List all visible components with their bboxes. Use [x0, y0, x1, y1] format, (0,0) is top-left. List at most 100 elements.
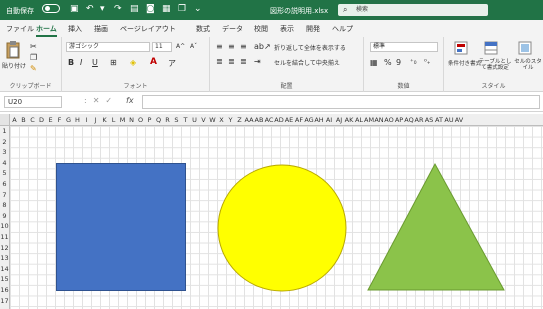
align-top-icon[interactable]: ≡ — [216, 42, 223, 51]
column-header[interactable]: J — [91, 114, 100, 125]
column-header[interactable]: AA — [244, 114, 254, 125]
undo-icon[interactable]: ↶ — [86, 4, 94, 14]
format-as-table-icon[interactable] — [484, 41, 498, 55]
column-header[interactable]: AD — [274, 114, 284, 125]
decrease-decimal-icon[interactable]: ⁰₊ — [424, 58, 431, 66]
row-header[interactable]: 14 — [0, 264, 9, 275]
paste-label[interactable]: 貼り付け — [2, 61, 26, 70]
grid-icon[interactable]: ▦ — [162, 4, 171, 14]
column-header[interactable]: P — [145, 114, 154, 125]
rectangle-shape[interactable] — [56, 163, 186, 291]
column-header[interactable]: AK — [344, 114, 354, 125]
format-painter-icon[interactable]: ✎ — [30, 64, 37, 73]
column-header[interactable]: V — [199, 114, 208, 125]
column-header[interactable]: AV — [454, 114, 464, 125]
column-header[interactable]: F — [55, 114, 64, 125]
cell-styles-icon[interactable] — [518, 41, 532, 55]
column-header[interactable]: O — [136, 114, 145, 125]
row-header[interactable]: 17 — [0, 296, 9, 307]
bold-button[interactable]: B — [68, 58, 74, 67]
shrink-font-button[interactable]: Aˇ — [190, 43, 197, 50]
number-format-select[interactable]: 標準 — [370, 42, 438, 52]
tab-help[interactable]: ヘルプ — [332, 24, 353, 34]
font-name-select[interactable]: 游ゴシック — [66, 42, 150, 52]
row-header[interactable]: 13 — [0, 253, 9, 264]
tab-page-layout[interactable]: ページレイアウト — [120, 24, 176, 34]
row-header[interactable]: 6 — [0, 179, 9, 190]
percent-button[interactable]: % — [384, 58, 392, 67]
column-header[interactable]: E — [46, 114, 55, 125]
align-bottom-icon[interactable]: ≡ — [240, 42, 247, 51]
column-header[interactable]: G — [64, 114, 73, 125]
column-header[interactable]: M — [118, 114, 127, 125]
conditional-format-button[interactable]: 条件付き書式 — [448, 59, 481, 67]
tab-developer[interactable]: 開発 — [306, 24, 320, 34]
column-header[interactable]: H — [73, 114, 82, 125]
row-header[interactable]: 12 — [0, 243, 9, 254]
column-header[interactable]: AG — [304, 114, 314, 125]
column-header[interactable]: AH — [314, 114, 324, 125]
column-header[interactable]: I — [82, 114, 91, 125]
align-left-icon[interactable]: ≣ — [216, 57, 223, 66]
column-header[interactable]: W — [208, 114, 217, 125]
row-header[interactable]: 8 — [0, 200, 9, 211]
currency-icon[interactable]: ▦ — [370, 58, 378, 67]
paste-icon[interactable] — [5, 41, 21, 59]
column-header[interactable]: AE — [284, 114, 294, 125]
format-as-table-button[interactable]: テーブルとして書式設定 — [478, 59, 512, 71]
cut-icon[interactable]: ✂ — [30, 42, 37, 51]
column-header[interactable]: Q — [154, 114, 163, 125]
border-icon[interactable]: ⊞ — [110, 58, 117, 67]
column-header[interactable]: AR — [414, 114, 424, 125]
row-header[interactable]: 3 — [0, 147, 9, 158]
align-right-icon[interactable]: ≣ — [240, 57, 247, 66]
column-header[interactable]: A — [10, 114, 19, 125]
column-header[interactable]: AO — [384, 114, 394, 125]
column-header[interactable]: X — [217, 114, 226, 125]
comma-button[interactable]: 9 — [396, 58, 401, 67]
copy-icon[interactable]: ❐ — [178, 4, 186, 14]
undo-dropdown-icon[interactable]: ▾ — [100, 4, 105, 14]
row-header[interactable]: 4 — [0, 158, 9, 169]
camera-icon[interactable]: ◙ — [146, 4, 155, 14]
column-header[interactable]: AM — [364, 114, 374, 125]
column-header[interactable]: Y — [226, 114, 235, 125]
customize-qa-icon[interactable]: ⌄ — [194, 4, 202, 14]
tab-insert[interactable]: 挿入 — [68, 24, 82, 34]
redo-icon[interactable]: ↷ — [114, 4, 122, 14]
column-header[interactable]: R — [163, 114, 172, 125]
column-header[interactable]: K — [100, 114, 109, 125]
search-box[interactable]: ⌕ 検索 — [338, 4, 488, 16]
row-header[interactable]: 15 — [0, 274, 9, 285]
column-header[interactable]: N — [127, 114, 136, 125]
name-box[interactable]: U20 — [4, 96, 62, 108]
fx-icon[interactable]: fx — [126, 96, 134, 105]
row-header[interactable]: 11 — [0, 232, 9, 243]
row-header[interactable]: 16 — [0, 285, 9, 296]
font-size-select[interactable]: 11 — [152, 42, 172, 52]
phonetic-icon[interactable]: ア — [168, 58, 176, 69]
font-color-icon[interactable]: A — [150, 57, 157, 67]
align-center-icon[interactable]: ≣ — [228, 57, 235, 66]
tab-draw[interactable]: 描画 — [94, 24, 108, 34]
tab-review[interactable]: 校閲 — [254, 24, 268, 34]
column-header[interactable]: AF — [294, 114, 304, 125]
column-header[interactable]: AS — [424, 114, 434, 125]
conditional-format-icon[interactable] — [454, 41, 468, 55]
increase-decimal-icon[interactable]: ⁺₀ — [410, 58, 417, 66]
column-header[interactable]: AT — [434, 114, 444, 125]
column-header[interactable]: AB — [254, 114, 264, 125]
column-header[interactable]: AU — [444, 114, 454, 125]
copy-clip-icon[interactable]: ❐ — [30, 53, 37, 62]
merge-center-button[interactable]: セルを結合して中央揃え — [274, 58, 340, 67]
select-all-corner[interactable] — [0, 114, 10, 126]
shape-icon[interactable]: ▤ — [130, 4, 139, 14]
tab-file[interactable]: ファイル — [6, 24, 34, 34]
row-header[interactable]: 9 — [0, 211, 9, 222]
column-header[interactable]: Z — [235, 114, 244, 125]
column-header[interactable]: AN — [374, 114, 384, 125]
row-header[interactable]: 1 — [0, 126, 9, 137]
tab-view[interactable]: 表示 — [280, 24, 294, 34]
column-header[interactable]: AC — [264, 114, 274, 125]
column-header[interactable]: AL — [354, 114, 364, 125]
